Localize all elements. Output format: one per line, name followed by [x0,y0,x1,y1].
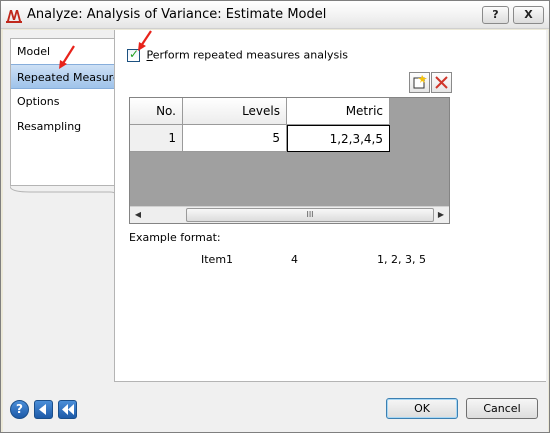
scroll-right-arrow-icon[interactable]: ▶ [433,207,449,223]
repeated-measures-panel: Perform repeated measures analysis No. L… [114,30,546,382]
delete-row-button[interactable] [431,72,452,93]
first-button[interactable] [58,400,77,419]
dialog-client-area: Model Repeated Measures Options Resampli… [3,30,548,432]
title-bar[interactable]: Analyze: Analysis of Variance: Estimate … [1,1,549,29]
example-format-title: Example format: [129,231,221,244]
double-back-arrow-icon [62,404,74,415]
column-header-no[interactable]: No. [130,98,183,125]
close-icon: X [524,8,533,21]
window-title: Analyze: Analysis of Variance: Estimate … [27,7,327,22]
back-arrow-icon [39,404,46,415]
app-logo-icon [6,10,22,23]
example-metric: 1, 2, 3, 5 [377,253,426,266]
grid-horizontal-scrollbar[interactable]: ◀ III ▶ [130,206,449,223]
repeated-measures-checkbox-label[interactable]: Perform repeated measures analysis [147,49,349,62]
nav-item-options[interactable]: Options [11,89,114,114]
cell-no[interactable]: 1 [130,125,183,152]
nav-item-resampling[interactable]: Resampling [11,114,114,139]
title-help-button[interactable]: ? [482,6,509,24]
dialog-window: Analyze: Analysis of Variance: Estimate … [0,0,550,433]
title-close-button[interactable]: X [513,6,544,24]
cell-metric[interactable]: 1,2,3,4,5 [287,125,390,152]
scroll-left-arrow-icon[interactable]: ◀ [130,207,146,223]
repeated-measures-grid[interactable]: No. Levels Metric 1 5 1,2,3,4,5 ◀ III ▶ [129,97,450,224]
example-item: Item1 [201,253,234,266]
add-row-button[interactable] [409,72,430,93]
delete-x-icon [435,76,448,89]
annotation-arrow-icon [59,45,75,69]
ok-button[interactable]: OK [386,398,458,419]
example-levels: 4 [291,253,298,266]
new-row-icon [413,75,427,89]
question-icon: ? [492,8,499,21]
repeated-measures-checkbox-row[interactable]: Perform repeated measures analysis [127,47,349,64]
nav-tab-curve [10,180,121,200]
back-button[interactable] [34,400,53,419]
help-question-icon: ? [16,402,23,416]
help-button[interactable]: ? [10,400,29,419]
cancel-button[interactable]: Cancel [466,398,538,419]
column-header-levels[interactable]: Levels [183,98,287,125]
column-header-metric[interactable]: Metric [287,98,390,125]
annotation-arrow-icon [138,30,152,51]
cell-levels[interactable]: 5 [183,125,287,152]
scroll-thumb[interactable]: III [186,208,434,222]
